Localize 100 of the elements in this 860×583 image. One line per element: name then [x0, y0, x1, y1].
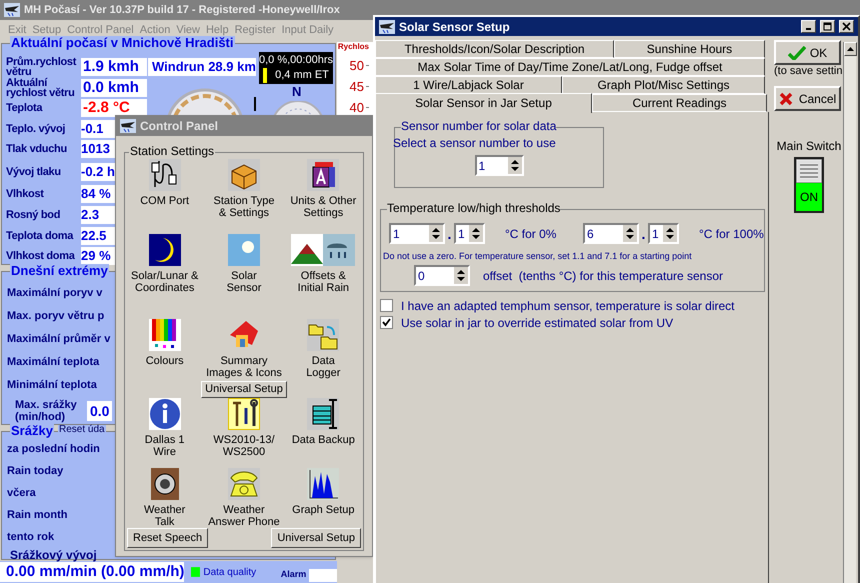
number-spinner[interactable]: 1 — [474, 155, 524, 176]
number-spinner[interactable]: 1 — [389, 223, 445, 244]
cancel-button[interactable]: Cancel — [774, 86, 841, 111]
field-label: Select a sensor number to use — [393, 137, 556, 149]
tool-label[interactable]: Offsets & Initial Rain — [298, 270, 349, 294]
switch-label: Main Switch — [776, 138, 842, 155]
tool-label[interactable]: Colours — [146, 355, 184, 367]
field-label: Minimální teplota — [7, 378, 97, 391]
tool-label[interactable]: Weather Answer Phone — [208, 504, 280, 528]
value-field: 0.00 mm/min (0.00 mm/h) — [0, 562, 184, 582]
tool-label[interactable]: Units & Other Settings — [290, 195, 356, 219]
minimize-button[interactable] — [801, 20, 816, 33]
value-field: 0.0 — [87, 401, 112, 422]
axis-tick-label: 40 — [350, 101, 364, 114]
group-title: Aktuální počasí v Mnichově Hradišti — [10, 36, 234, 49]
decimal-point: . — [640, 226, 646, 240]
checkbox-label[interactable]: I have an adapted temphum sensor, temperature is solar direct — [401, 296, 735, 314]
scroll-up-button[interactable] — [844, 42, 857, 56]
alarm-field — [309, 568, 337, 582]
tab[interactable]: Sunshine Hours — [614, 40, 765, 58]
tool-label[interactable]: Weather Talk — [144, 504, 186, 528]
group-title: Station Settings — [129, 145, 216, 157]
group-title: Srážky — [10, 424, 54, 437]
field-label: tento rok — [7, 530, 54, 546]
tool-label[interactable]: COM Port — [140, 195, 190, 207]
ok-button[interactable]: OK — [774, 40, 841, 65]
tool-label[interactable]: Solar Sensor — [226, 270, 262, 294]
dialog-button[interactable]: Universal Setup — [271, 528, 361, 548]
speaker-icon — [148, 468, 181, 500]
spin-arrows-icon — [623, 225, 637, 242]
tool-label[interactable]: Graph Setup — [292, 504, 355, 516]
tools-icon — [228, 398, 260, 430]
tab[interactable]: Graph Plot/Misc Settings — [562, 76, 765, 94]
scrollbar[interactable] — [843, 42, 856, 583]
tool-label[interactable]: WS2010-13/ WS2500 — [213, 434, 275, 458]
value-field: 29 % — [81, 247, 116, 265]
info-icon — [148, 398, 181, 430]
window-title: Solar Sensor Setup — [399, 18, 511, 36]
tab[interactable]: Solar Sensor in Jar Setup — [375, 93, 592, 113]
tool-label[interactable]: Summary Images & Icons — [206, 355, 282, 379]
moon-icon — [148, 234, 181, 266]
readout-text: 0,0 %,00:00hrs — [259, 53, 333, 68]
folders-icon — [307, 319, 340, 351]
tab[interactable]: Current Readings — [592, 94, 767, 112]
spin-arrows-icon — [429, 225, 443, 242]
value-field: 1013 — [81, 140, 116, 158]
field-label: Tlak vduchu — [6, 144, 68, 154]
field-label: Vlhkost — [6, 189, 45, 199]
field-label: za poslední hodin — [7, 442, 100, 458]
sun-icon — [228, 234, 260, 266]
dialog-button[interactable]: Reset Speech — [127, 528, 208, 548]
checkbox-label[interactable]: Use solar in jar to override estimated solar from UV — [401, 314, 674, 332]
hint-text: (to save settin — [774, 66, 842, 77]
value-field: 0.0 kmh — [81, 78, 147, 96]
field-label: offset (tenths °C) for this temperature sensor — [483, 268, 724, 284]
app-logo-icon — [4, 3, 20, 17]
status-text: Data quality — [203, 566, 258, 580]
field-label: Srážkový vývoj — [10, 548, 97, 561]
field-label: Aktuální rychlost větru — [6, 78, 76, 98]
checkbox[interactable] — [380, 316, 393, 329]
mountain-cloud-icon — [291, 234, 356, 266]
tool-label[interactable]: Solar/Lunar & Coordinates — [131, 270, 198, 294]
number-spinner[interactable]: 1 — [454, 223, 485, 244]
universal-setup-button[interactable]: Universal Setup — [201, 381, 287, 398]
tool-label[interactable]: Data Logger — [306, 355, 340, 379]
field-label: Max. poryv větru p — [7, 310, 104, 322]
field-label: Rain month — [7, 508, 68, 524]
number-spinner[interactable]: 1 — [648, 223, 679, 244]
spin-arrows-icon — [663, 225, 677, 242]
main-switch[interactable]: ON — [794, 157, 824, 213]
close-icon — [842, 22, 851, 31]
tool-label[interactable]: Data Backup — [292, 434, 355, 446]
field-label: Teplo. vývoj — [6, 124, 66, 134]
close-button[interactable] — [839, 20, 854, 33]
spin-arrows-icon — [454, 267, 468, 284]
tab[interactable]: Max Solar Time of Day/Time Zone/Lat/Long, Fudge offset — [375, 58, 765, 76]
tool-label[interactable]: Dallas 1 Wire — [144, 434, 185, 458]
tab[interactable]: Thresholds/Icon/Solar Description — [375, 40, 614, 58]
checkbox[interactable] — [380, 299, 393, 312]
spin-arrows-icon — [469, 225, 483, 242]
needle-mark-icon — [254, 97, 256, 111]
number-spinner[interactable]: 6 — [583, 223, 639, 244]
decimal-point: . — [446, 226, 452, 240]
graph-icon — [307, 468, 340, 500]
window-title: Control Panel — [140, 118, 218, 135]
maximize-button[interactable] — [820, 20, 835, 33]
clamp-icon — [307, 398, 340, 430]
number-spinner[interactable]: 0 — [414, 265, 470, 286]
field-label: Teplota doma — [6, 230, 74, 240]
compass-label: N — [292, 85, 302, 98]
switch-knob-icon — [796, 159, 822, 183]
tab[interactable]: 1 Wire/Labjack Solar — [375, 76, 562, 94]
app-logo-icon — [120, 119, 136, 133]
reset-link[interactable]: Reset úda — [58, 424, 106, 435]
field-label: Maximální poryv v — [7, 286, 102, 299]
field-label: Maximální teplota — [7, 356, 100, 368]
tool-label[interactable]: Station Type & Settings — [214, 195, 274, 219]
value-field: 1.9 kmh — [81, 58, 147, 76]
unit-label: °C for 100% — [699, 226, 765, 242]
field-label: Teplota — [6, 103, 44, 113]
